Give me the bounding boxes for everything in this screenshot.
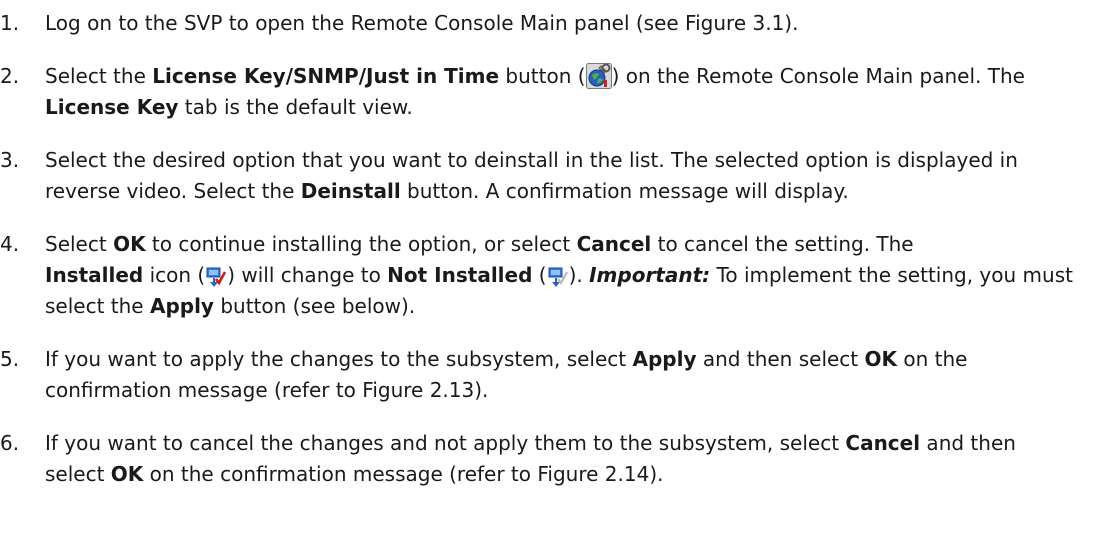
step-text: button. A confirmation message will disp… (400, 179, 849, 203)
step-5: 5. If you want to apply the changes to th… (0, 344, 1107, 406)
icon-name: Installed (45, 263, 144, 287)
step-text: ) will change to (227, 263, 388, 287)
step-text: tab is the default view. (178, 95, 413, 119)
step-number: 4. (0, 232, 20, 256)
step-text: If you want to cancel the changes and no… (45, 431, 846, 455)
step-text: ). (568, 263, 590, 287)
step-2: 2. Select the License Key/SNMP/Just in Ti… (0, 61, 1107, 123)
step-number: 1. (0, 11, 20, 35)
icon-name: Not Installed (387, 263, 533, 287)
step-text: Select (45, 232, 114, 256)
important-label: Important: (589, 263, 711, 287)
button-name: OK (113, 232, 146, 256)
button-name: Apply (632, 347, 697, 371)
step-number: 5. (0, 347, 20, 371)
button-name: Cancel (576, 232, 652, 256)
installed-icon (205, 266, 227, 288)
step-text: If you want to apply the changes to the … (45, 347, 633, 371)
license-key-snmp-button-icon (585, 63, 612, 89)
procedure-steps: 1. Log on to the SVP to open the Remote C… (0, 8, 1107, 512)
button-name: OK (110, 462, 144, 486)
button-name: License Key/SNMP/Just in Time (152, 64, 500, 88)
step-text: Select the (45, 64, 153, 88)
step-6: 6. If you want to cancel the changes and … (0, 428, 1107, 490)
button-name: Apply (149, 294, 214, 318)
step-1: 1. Log on to the SVP to open the Remote C… (0, 8, 1107, 39)
step-text: icon ( (143, 263, 206, 287)
step-number: 3. (0, 148, 20, 172)
tab-name: License Key (45, 95, 179, 119)
step-number: 6. (0, 431, 20, 455)
document-page: 1. Log on to the SVP to open the Remote C… (0, 0, 1107, 544)
step-text: to continue installing the option, or se… (145, 232, 577, 256)
step-3: 3. Select the desired option that you wan… (0, 145, 1107, 207)
step-text: and then select (696, 347, 865, 371)
not-installed-icon (547, 266, 569, 288)
step-text: button (see below). (213, 294, 416, 318)
button-name: OK (864, 347, 898, 371)
button-name: Cancel (845, 431, 921, 455)
step-text: ( (532, 263, 547, 287)
step-text: Log on to the SVP to open the Remote Con… (45, 11, 799, 35)
step-text: button ( (499, 64, 586, 88)
step-4: 4. Select OK to continue installing the o… (0, 229, 1107, 322)
button-name: Deinstall (300, 179, 401, 203)
step-text: to cancel the setting. The (651, 232, 914, 256)
step-text: on the confirmation message (refer to Fi… (143, 462, 664, 486)
step-number: 2. (0, 64, 20, 88)
step-text: ) on the Remote Console Main panel. The (611, 64, 1025, 88)
